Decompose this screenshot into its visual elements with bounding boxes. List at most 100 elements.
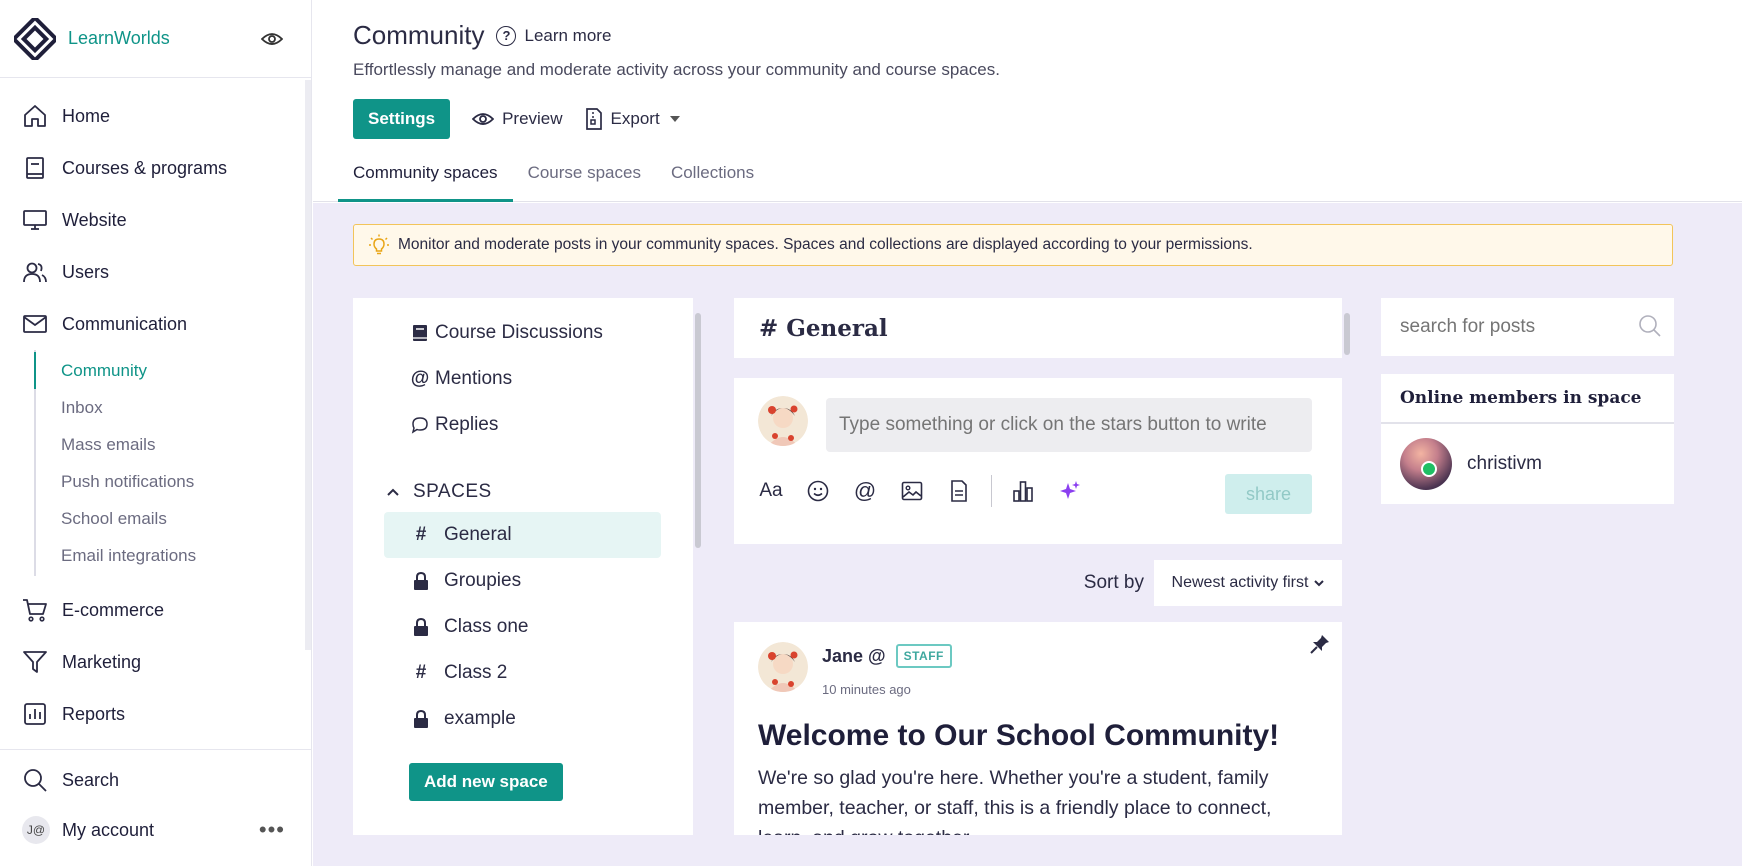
course-discussions-label: Course Discussions: [435, 322, 603, 343]
user-avatar: [758, 396, 808, 446]
replies-link[interactable]: Replies: [353, 402, 693, 448]
add-new-space-button[interactable]: Add new space: [409, 763, 563, 801]
staff-badge: STAFF: [895, 644, 952, 668]
post-search: [1381, 298, 1674, 356]
users-icon: [23, 262, 47, 283]
nav-my-account[interactable]: J@ My account •••: [0, 810, 311, 850]
subnav-email-integrations[interactable]: Email integrations: [36, 537, 311, 574]
emoji-icon[interactable]: [805, 478, 831, 504]
space-example[interactable]: example: [384, 696, 661, 742]
lightbulb-icon: [369, 234, 389, 255]
author-avatar[interactable]: [758, 642, 808, 692]
settings-button[interactable]: Settings: [353, 99, 451, 139]
learnworlds-logo-icon[interactable]: [14, 17, 56, 60]
space-label: Class 2: [444, 662, 508, 683]
space-title: # General: [734, 298, 1342, 358]
nav-website[interactable]: Website: [0, 194, 311, 246]
monitor-icon: [23, 210, 47, 230]
sidebar-scrollbar[interactable]: [305, 80, 311, 650]
nav-home[interactable]: Home: [0, 90, 311, 142]
tab-community-spaces[interactable]: Community spaces: [338, 150, 513, 202]
subnav-inbox[interactable]: Inbox: [36, 389, 311, 426]
course-discussions-link[interactable]: Course Discussions: [353, 310, 693, 356]
envelope-icon: [23, 315, 47, 333]
space-class-one[interactable]: Class one: [384, 604, 661, 650]
lock-icon: [412, 618, 430, 636]
learn-more-link[interactable]: ? Learn more: [496, 25, 611, 46]
lock-icon: [412, 710, 430, 728]
spaces-panel-scrollbar[interactable]: [693, 298, 703, 835]
text-format-icon[interactable]: Aa: [758, 478, 784, 504]
spaces-toggle[interactable]: SPACES: [353, 472, 693, 512]
online-members-title: Online members in space: [1381, 374, 1674, 424]
scroll-thumb[interactable]: [1344, 313, 1350, 355]
post-body: We're so glad you're here. Whether you'r…: [758, 767, 1272, 835]
mention-icon[interactable]: @: [852, 478, 878, 504]
composer-toolbar: Aa @: [758, 475, 1104, 507]
sort-row: Sort by Newest activity first: [734, 544, 1342, 622]
home-icon: [24, 105, 46, 127]
nav-users-label: Users: [62, 261, 110, 282]
space-general[interactable]: # General: [384, 512, 661, 558]
nav-marketing[interactable]: Marketing: [0, 636, 311, 688]
search-icon: [24, 769, 47, 792]
book-icon: [409, 324, 431, 342]
pin-icon[interactable]: [1310, 634, 1330, 654]
author-name[interactable]: Jane @: [822, 646, 886, 667]
preview-button[interactable]: Preview: [472, 109, 563, 129]
nav-communication[interactable]: Communication: [0, 298, 311, 350]
image-icon[interactable]: [899, 478, 925, 504]
compose-post-input[interactable]: [826, 398, 1312, 452]
subnav-community[interactable]: Community: [34, 352, 311, 389]
post-card[interactable]: Jane @ STAFF 10 minutes ago Welcome to O…: [734, 622, 1342, 835]
space-label: example: [444, 708, 516, 729]
more-options-icon[interactable]: •••: [259, 817, 285, 843]
subnav-mass-emails[interactable]: Mass emails: [36, 426, 311, 463]
sort-label: Sort by: [1083, 572, 1144, 593]
subnav-school-emails[interactable]: School emails: [36, 500, 311, 537]
mentions-link[interactable]: @ Mentions: [353, 356, 693, 402]
search-icon[interactable]: [1638, 314, 1662, 338]
online-member[interactable]: christivm: [1381, 424, 1674, 504]
subnav-push-notifications[interactable]: Push notifications: [36, 463, 311, 500]
tab-course-spaces[interactable]: Course spaces: [513, 150, 656, 202]
nav-reports[interactable]: Reports: [0, 688, 311, 740]
info-notice: Monitor and moderate posts in your commu…: [353, 224, 1673, 266]
at-sign-icon: @: [410, 368, 430, 389]
sidebar: LearnWorlds Home Courses & programs Webs…: [0, 0, 312, 866]
cart-icon: [23, 599, 47, 622]
feed-scrollbar[interactable]: [1342, 298, 1352, 835]
eye-icon[interactable]: [261, 31, 283, 47]
export-button[interactable]: Export: [585, 108, 688, 130]
account-avatar: J@: [22, 816, 50, 844]
nav-search[interactable]: Search: [0, 750, 311, 810]
main-content: Monitor and moderate posts in your commu…: [313, 203, 1742, 866]
document-icon[interactable]: [946, 478, 972, 504]
nav-marketing-label: Marketing: [62, 651, 142, 672]
sort-value: Newest activity first: [1171, 574, 1309, 591]
funnel-icon: [23, 651, 47, 673]
nav-ecommerce[interactable]: E-commerce: [0, 584, 311, 636]
mentions-label: Mentions: [435, 368, 513, 389]
space-groupies[interactable]: Groupies: [384, 558, 661, 604]
eye-icon: [472, 113, 495, 125]
share-button[interactable]: share: [1225, 474, 1312, 514]
page-subtitle: Effortlessly manage and moderate activit…: [353, 60, 1000, 79]
online-members-card: Online members in space christivm: [1381, 374, 1674, 504]
brand-bar: LearnWorlds: [0, 0, 311, 78]
ai-stars-icon[interactable]: [1057, 478, 1083, 504]
tab-collections[interactable]: Collections: [656, 150, 769, 202]
scroll-thumb[interactable]: [695, 313, 701, 548]
book-icon: [26, 157, 44, 179]
nav-courses[interactable]: Courses & programs: [0, 142, 311, 194]
space-class-2[interactable]: # Class 2: [384, 650, 661, 696]
brand-name[interactable]: LearnWorlds: [68, 28, 170, 49]
page-title: Community: [353, 20, 485, 50]
search-posts-input[interactable]: [1381, 298, 1674, 356]
post-timestamp: 10 minutes ago: [822, 682, 911, 697]
main-nav: Home Courses & programs Website Users Co…: [0, 78, 311, 740]
sort-dropdown[interactable]: Newest activity first: [1154, 560, 1342, 606]
communication-subnav: Community Inbox Mass emails Push notific…: [34, 350, 311, 576]
poll-icon[interactable]: [1010, 478, 1036, 504]
nav-users[interactable]: Users: [0, 246, 311, 298]
